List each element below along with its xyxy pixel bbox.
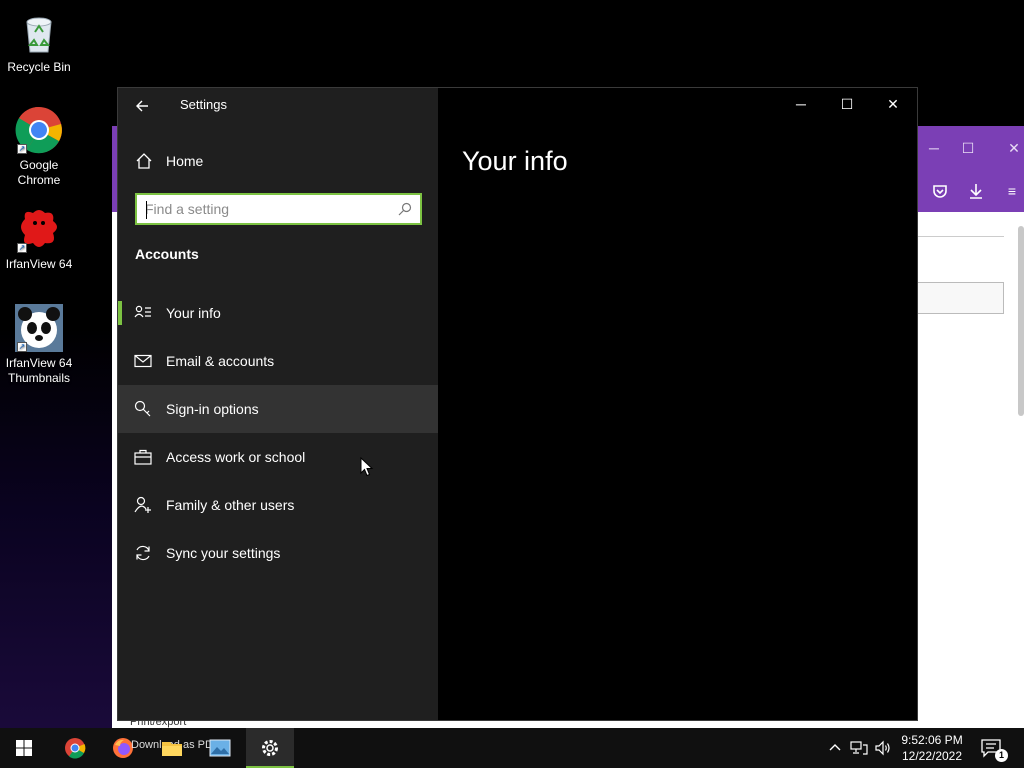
clock-date: 12/22/2022 (901, 749, 963, 763)
briefcase-icon (134, 449, 152, 465)
settings-content-pane: ─ ☐ ✕ Your info (438, 88, 917, 720)
bg-close-icon[interactable]: ✕ (1004, 138, 1024, 158)
recycle-bin-icon (15, 8, 63, 56)
bg-maximize-icon[interactable]: ☐ (958, 138, 978, 158)
image-viewer-icon (209, 739, 231, 757)
notification-count-badge: 1 (995, 749, 1008, 762)
window-title: Settings (180, 97, 227, 112)
nav-item-family-other-users[interactable]: Family & other users (118, 481, 438, 529)
key-icon (134, 400, 151, 417)
back-button[interactable] (130, 94, 154, 118)
shortcut-arrow-icon: ↗ (17, 243, 27, 253)
show-hidden-icons-icon[interactable] (826, 739, 844, 757)
pocket-icon[interactable] (929, 180, 951, 202)
taskbar-settings[interactable] (246, 728, 294, 768)
taskbar-image-viewer[interactable] (196, 728, 244, 768)
chrome-icon: ↗ (15, 106, 63, 154)
desktop-icon-label: Google Chrome (17, 158, 61, 187)
start-button[interactable] (0, 728, 48, 768)
chrome-icon (65, 738, 86, 759)
nav-item-access-work-school[interactable]: Access work or school (118, 433, 438, 481)
nav-item-sync-settings[interactable]: Sync your settings (118, 529, 438, 577)
nav-item-your-info[interactable]: Your info (118, 289, 438, 337)
nav-item-label: Your info (166, 305, 221, 321)
home-label: Home (166, 153, 204, 169)
bg-minimize-icon[interactable]: ─ (924, 138, 944, 158)
menu-icon[interactable]: ≡ (1001, 180, 1023, 202)
text-caret (146, 201, 147, 219)
taskbar: Download as PDF 9:52:06 PM 12/22/2022 1 (0, 728, 1024, 768)
download-icon[interactable] (965, 180, 987, 202)
desktop-icon-recycle-bin[interactable]: Recycle Bin (1, 8, 77, 75)
back-arrow-icon (136, 100, 148, 112)
mouse-cursor-icon (360, 457, 374, 477)
volume-icon[interactable] (874, 739, 892, 757)
mail-icon (134, 354, 152, 368)
person-list-icon (134, 305, 151, 318)
search-box[interactable] (135, 193, 422, 225)
shortcut-arrow-icon: ↗ (17, 342, 27, 352)
home-link[interactable]: Home (118, 146, 438, 176)
section-title: Accounts (135, 246, 199, 262)
action-center-button[interactable]: 1 (980, 738, 1008, 762)
search-input[interactable] (145, 200, 390, 218)
settings-window: Settings Home Accounts Your info (117, 87, 918, 721)
file-explorer-icon (162, 742, 182, 756)
irfanview-thumbnails-icon: ↗ (15, 304, 63, 352)
start-icon (16, 740, 32, 756)
desktop-icon-google-chrome[interactable]: ↗ Google Chrome (1, 106, 77, 188)
selection-indicator (118, 301, 122, 325)
desktop-icon-label: IrfanView 64 (5, 257, 73, 271)
shortcut-arrow-icon: ↗ (17, 144, 27, 154)
nav-item-sign-in-options[interactable]: Sign-in options (118, 385, 438, 433)
person-add-icon (134, 496, 151, 513)
maximize-button[interactable]: ☐ (824, 88, 870, 120)
divider (918, 236, 1004, 237)
desktop-icon-irfanview[interactable]: ↗ IrfanView 64 (1, 205, 77, 272)
taskbar-chrome[interactable] (51, 728, 99, 768)
nav-item-email-accounts[interactable]: Email & accounts (118, 337, 438, 385)
sync-icon (136, 545, 150, 561)
network-icon[interactable] (850, 739, 868, 757)
nav-item-label: Sign-in options (166, 401, 259, 417)
nav-item-label: Sync your settings (166, 545, 281, 561)
desktop-icon-label: Recycle Bin (7, 60, 71, 74)
desktop-icon-label: IrfanView 64 Thumbnails (5, 356, 73, 385)
home-icon (136, 153, 152, 169)
background-input[interactable] (918, 282, 1004, 314)
minimize-button[interactable]: ─ (778, 88, 824, 120)
close-button[interactable]: ✕ (870, 88, 916, 120)
clock-time: 9:52:06 PM (901, 733, 963, 747)
taskbar-file-explorer[interactable] (148, 728, 196, 768)
scrollbar[interactable] (1018, 226, 1024, 416)
search-icon[interactable] (398, 202, 412, 216)
nav-item-label: Access work or school (166, 449, 306, 465)
nav-item-label: Email & accounts (166, 353, 275, 369)
page-title: Your info (462, 146, 568, 176)
nav-item-label: Family & other users (166, 497, 295, 513)
irfanview-icon: ↗ (15, 205, 63, 253)
settings-nav-pane: Settings Home Accounts Your info (118, 88, 438, 720)
settings-gear-icon (262, 740, 278, 756)
desktop-icon-irfanview-thumbnails[interactable]: ↗ IrfanView 64 Thumbnails (1, 304, 77, 386)
clock[interactable]: 9:52:06 PM 12/22/2022 (896, 732, 968, 764)
